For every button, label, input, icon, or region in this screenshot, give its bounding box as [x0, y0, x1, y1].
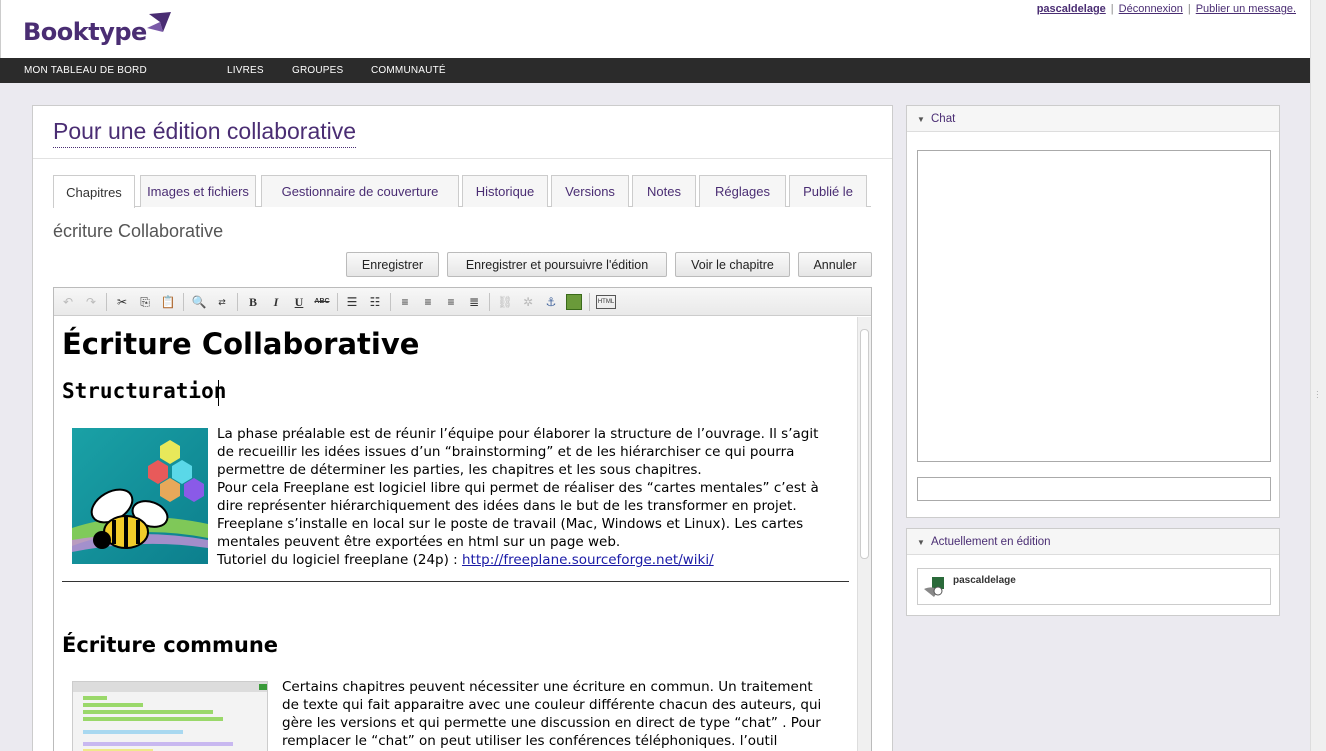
editing-username: pascaldelage: [953, 575, 1016, 586]
bullet-list-icon[interactable]: ☰: [344, 294, 360, 310]
toolbar-separator: [237, 293, 238, 311]
text-caret: [218, 380, 219, 406]
book-tabs: Chapitres Images et fichiers Gestionnair…: [53, 175, 871, 208]
copy-icon[interactable]: ⎘: [137, 294, 153, 310]
editing-panel-title: Actuellement en édition: [931, 536, 1051, 548]
editing-user-entry: pascaldelage: [917, 568, 1271, 605]
tab-chapters[interactable]: Chapitres: [53, 175, 135, 208]
editor-toolbar: ↶ ↷ ✂ ⎘ 📋 🔍 ⇄ B I U ABC ☰ ☷ ≡ ≡ ≡ ≣ ⛓ ✲ …: [54, 288, 871, 316]
currently-editing-panel: ▼ Actuellement en édition pascaldelage: [906, 528, 1280, 616]
page-scrollbar[interactable]: · · ·: [1310, 0, 1326, 751]
toolbar-separator: [489, 293, 490, 311]
tutorial-line: Tutoriel du logiciel freeplane (24p) : h…: [217, 552, 714, 568]
user-links: pascaldelage | Déconnexion | Publier un mess…: [1036, 3, 1296, 15]
tab-notes[interactable]: Notes: [632, 175, 696, 207]
html-source-icon[interactable]: HTML: [596, 295, 616, 309]
redo-icon[interactable]: ↷: [83, 294, 99, 310]
collapse-arrow-icon[interactable]: ▼: [917, 115, 925, 124]
username-link[interactable]: pascaldelage: [1037, 3, 1106, 15]
image-icon[interactable]: [566, 294, 582, 310]
align-right-icon[interactable]: ≡: [443, 294, 459, 310]
strikethrough-icon[interactable]: ABC: [314, 294, 330, 310]
paste-icon[interactable]: 📋: [160, 294, 176, 310]
replace-icon[interactable]: ⇄: [214, 294, 230, 310]
title-divider: [33, 158, 892, 159]
editor-scrollbar-thumb[interactable]: [860, 329, 869, 559]
main-nav: MON TABLEAU DE BORD LIVRES GROUPES COMMU…: [0, 58, 1310, 83]
italic-icon[interactable]: I: [268, 294, 284, 310]
chat-messages: [917, 150, 1271, 462]
align-center-icon[interactable]: ≡: [420, 294, 436, 310]
header: Booktype pascaldelage | Déconnexion | Publie…: [0, 0, 1310, 58]
toolbar-separator: [390, 293, 391, 311]
editor-scrollbar[interactable]: [857, 317, 871, 751]
toolbar-separator: [337, 293, 338, 311]
tab-settings[interactable]: Réglages: [699, 175, 786, 207]
save-button[interactable]: Enregistrer: [346, 252, 439, 277]
numbered-list-icon[interactable]: ☷: [367, 294, 383, 310]
toolbar-separator: [106, 293, 107, 311]
scrollbar-grip: · · ·: [1316, 387, 1319, 402]
editing-panel-header[interactable]: ▼ Actuellement en édition: [907, 529, 1279, 555]
chat-panel-header[interactable]: ▼ Chat: [907, 106, 1279, 132]
etherpad-preview-icon: [73, 682, 267, 751]
editor-content[interactable]: Écriture Collaborative Structuration La …: [54, 317, 856, 751]
collapse-arrow-icon[interactable]: ▼: [917, 538, 925, 547]
cancel-button[interactable]: Annuler: [798, 252, 872, 277]
bold-icon[interactable]: B: [245, 294, 261, 310]
chapter-title: écriture Collaborative: [53, 221, 224, 241]
paragraph-structuration: La phase préalable est de réunir l’équip…: [217, 426, 819, 568]
chat-panel-title: Chat: [931, 113, 956, 125]
user-avatar-icon: [924, 577, 944, 597]
booktype-logo[interactable]: Booktype: [23, 10, 173, 46]
etherpad-screenshot[interactable]: [72, 681, 268, 751]
freeplane-bee-icon: [72, 440, 208, 552]
tab-images-files[interactable]: Images et fichiers: [140, 175, 256, 207]
save-continue-button[interactable]: Enregistrer et poursuivre l'édition: [447, 252, 667, 277]
undo-icon[interactable]: ↶: [60, 294, 76, 310]
freeplane-wiki-link[interactable]: http://freeplane.sourceforge.net/wiki/: [462, 552, 714, 568]
publish-message-link[interactable]: Publier un message.: [1196, 3, 1296, 15]
rich-text-editor: ↶ ↷ ✂ ⎘ 📋 🔍 ⇄ B I U ABC ☰ ☷ ≡ ≡ ≡ ≣ ⛓ ✲ …: [53, 287, 872, 751]
nav-item-community[interactable]: COMMUNAUTÉ: [371, 65, 446, 76]
unlink-icon[interactable]: ✲: [520, 294, 536, 310]
view-chapter-button[interactable]: Voir le chapitre: [675, 252, 790, 277]
toolbar-separator: [589, 293, 590, 311]
bee-illustration[interactable]: [72, 428, 208, 564]
content-heading-commune: Écriture commune: [62, 633, 279, 657]
book-title[interactable]: Pour une édition collaborative: [53, 118, 357, 148]
logout-link[interactable]: Déconnexion: [1119, 3, 1183, 15]
logo-arrow-icon: [146, 12, 171, 32]
align-justify-icon[interactable]: ≣: [466, 294, 482, 310]
align-left-icon[interactable]: ≡: [397, 294, 413, 310]
cut-icon[interactable]: ✂: [114, 294, 130, 310]
underline-icon[interactable]: U: [291, 294, 307, 310]
tab-history[interactable]: Historique: [462, 175, 548, 207]
nav-item-groups[interactable]: GROUPES: [292, 65, 343, 76]
horizontal-rule: [62, 581, 849, 582]
tab-published[interactable]: Publié le: [789, 175, 867, 207]
find-icon[interactable]: 🔍: [191, 294, 207, 310]
chat-panel: ▼ Chat: [906, 105, 1280, 518]
nav-item-dashboard[interactable]: MON TABLEAU DE BORD: [24, 65, 147, 76]
chapter-editor-panel: Pour une édition collaborative Chapitres…: [32, 105, 893, 751]
toolbar-separator: [183, 293, 184, 311]
paragraph-commune: Certains chapitres peuvent nécessiter un…: [282, 679, 822, 749]
anchor-icon[interactable]: ⚓: [543, 294, 559, 310]
logo-text: Booktype: [23, 18, 147, 46]
chat-input[interactable]: [917, 477, 1271, 501]
content-heading-1: Écriture Collaborative: [62, 327, 420, 361]
tab-cover-manager[interactable]: Gestionnaire de couverture: [261, 175, 459, 207]
tab-versions[interactable]: Versions: [551, 175, 629, 207]
nav-item-books[interactable]: LIVRES: [227, 65, 264, 76]
content-heading-structuration: Structuration: [62, 379, 227, 403]
link-icon[interactable]: ⛓: [497, 294, 513, 310]
